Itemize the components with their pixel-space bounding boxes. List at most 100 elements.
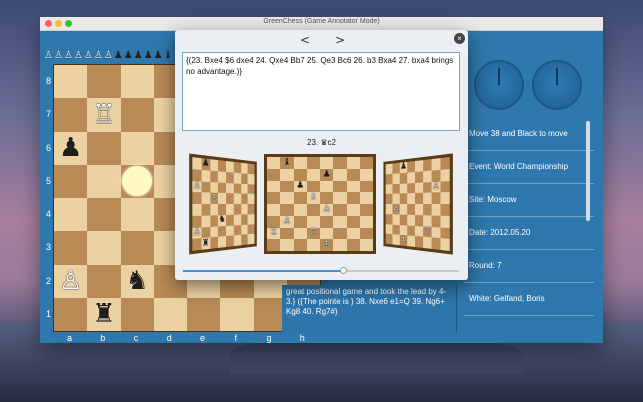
white-piece[interactable]: ♖ <box>92 102 115 128</box>
square-c2[interactable]: ♞ <box>120 264 154 298</box>
rank-label: 8 <box>45 76 51 86</box>
game-info-item: White: Gelfand, Boris <box>464 283 594 316</box>
captured-white-pawn: ♙ <box>44 50 53 61</box>
square-a4[interactable] <box>54 198 88 232</box>
rank-label: 4 <box>45 209 51 219</box>
rank-label: 1 <box>45 308 51 319</box>
square-a1[interactable] <box>54 297 88 331</box>
captured-black-piece: ♟ <box>123 50 133 61</box>
captured-black-piece: ♟ <box>113 50 123 61</box>
square-a6[interactable]: ♟ <box>54 131 88 165</box>
square-c6[interactable] <box>120 131 154 165</box>
rank-label: 7 <box>45 109 51 120</box>
game-info-panel: Move 38 and Black to move Event: World Ch… <box>464 118 594 333</box>
preview-piece: ♙ <box>322 204 331 215</box>
captured-white-pawn: ♙ <box>73 50 83 61</box>
square-b4[interactable] <box>87 198 121 232</box>
square-e1[interactable] <box>187 297 221 331</box>
move-highlight <box>122 166 153 197</box>
preview-piece: ♔ <box>322 239 331 250</box>
captured-white-pawn: ♙ <box>53 50 63 61</box>
game-info-item: Event: World Championship <box>464 151 594 184</box>
annotation-comment-editor[interactable]: {(23. Bxe4 $6 dxe4 24. Qxe4 Bb7 25. Qe3 … <box>182 52 460 131</box>
rank-label: 6 <box>45 142 51 153</box>
square-b1[interactable]: ♜ <box>87 297 121 331</box>
file-label: e <box>199 333 205 343</box>
game-notes-text: great positional game and took the lead … <box>282 285 457 333</box>
move-slider-knob[interactable] <box>340 267 348 274</box>
white-piece[interactable]: ♙ <box>59 268 82 294</box>
rank-label: 5 <box>45 175 51 186</box>
preview-board[interactable]: ♝ ♟ ♟ ♗ ♙ ♙ ♖ ♖ ♔ <box>264 154 376 254</box>
preview-board[interactable]: ♟ ♙ ♙ ♖ ♔ <box>383 153 453 255</box>
captured-black-piece: ♝ <box>163 50 173 61</box>
black-piece[interactable]: ♜ <box>92 301 115 327</box>
previous-move-button[interactable]: < <box>300 33 310 47</box>
square-c3[interactable] <box>120 231 154 265</box>
square-a2[interactable]: ♙ <box>54 264 88 298</box>
captured-white-pawn: ♙ <box>83 50 93 61</box>
square-c7[interactable] <box>120 98 154 132</box>
square-a5[interactable] <box>54 164 88 198</box>
game-info-item: Move 38 and Black to move <box>464 118 594 151</box>
move-slider[interactable] <box>183 267 459 274</box>
square-b8[interactable] <box>87 65 121 99</box>
window-title: GreenChess (Game Annotator Mode) <box>263 18 380 25</box>
preview-piece: ♙ <box>282 216 291 227</box>
square-a3[interactable] <box>54 231 88 265</box>
file-label: f <box>234 333 237 343</box>
file-label: c <box>133 333 139 343</box>
square-c4[interactable] <box>120 198 154 232</box>
game-info-item: Site: Moscow <box>464 184 594 217</box>
move-slider-fill <box>183 270 344 272</box>
preview-piece: ♟ <box>201 158 210 170</box>
preview-piece: ♜ <box>201 237 210 249</box>
square-c5[interactable] <box>120 164 154 198</box>
captured-white-pawn: ♙ <box>63 50 73 61</box>
preview-piece: ♙ <box>432 180 440 192</box>
preview-piece: ♙ <box>210 192 218 204</box>
preview-piece: ♗ <box>309 192 318 203</box>
square-c8[interactable] <box>120 65 154 99</box>
white-clock-dial <box>474 60 524 110</box>
square-b6[interactable] <box>87 131 121 165</box>
preview-piece: ♖ <box>269 227 278 238</box>
captured-black-piece: ♟ <box>133 50 143 61</box>
next-move-button[interactable]: > <box>335 33 345 47</box>
rank-label: 3 <box>45 242 51 253</box>
current-move-label: 23. ♛c2 <box>307 138 336 147</box>
preview-piece: ♞ <box>218 214 226 226</box>
preview-piece: ♙ <box>392 203 400 214</box>
black-piece[interactable]: ♞ <box>125 268 148 294</box>
preview-board[interactable]: ♟ ♙ ♙ ♞ ♙ ♜ <box>189 153 257 255</box>
square-c1[interactable] <box>120 297 154 331</box>
black-piece[interactable]: ♟ <box>59 135 82 161</box>
captured-white-pawn: ♙ <box>93 50 103 61</box>
captured-white-pawn: ♙ <box>103 50 113 61</box>
title-bar: GreenChess (Game Annotator Mode) <box>40 17 603 31</box>
square-b2[interactable] <box>87 264 121 298</box>
annotator-panel: < > × {(23. Bxe4 $6 dxe4 24. Qxe4 Bb7 25… <box>175 30 468 280</box>
close-icon[interactable]: × <box>454 33 465 44</box>
preview-piece: ♙ <box>192 180 201 192</box>
square-a8[interactable] <box>54 65 88 99</box>
info-scrollbar[interactable] <box>586 121 590 221</box>
file-label: b <box>100 333 106 343</box>
preview-piece: ♟ <box>322 169 331 180</box>
square-d1[interactable] <box>153 297 187 331</box>
rank-label: 2 <box>45 275 51 286</box>
square-a7[interactable] <box>54 98 88 132</box>
square-f1[interactable] <box>220 297 254 331</box>
preview-piece: ♖ <box>423 225 432 237</box>
square-b5[interactable] <box>87 164 121 198</box>
square-b3[interactable] <box>87 231 121 265</box>
file-label: a <box>66 333 72 343</box>
preview-piece: ♝ <box>282 157 291 168</box>
captured-black-piece: ♟ <box>143 50 153 61</box>
file-label: d <box>166 333 172 343</box>
board-preview-carousel[interactable]: ♟ ♙ ♙ ♞ ♙ ♜ ♝ ♟ ♟ ♗ ♙ ♙ ♖ ♖ ♔ ♟ ♙ ♙ ♖ ♔ <box>188 150 460 256</box>
square-b7[interactable]: ♖ <box>87 98 121 132</box>
preview-piece: ♟ <box>400 161 407 173</box>
preview-piece: ♟ <box>296 180 305 191</box>
game-info-item: Date: 2012.05.20 <box>464 217 594 250</box>
